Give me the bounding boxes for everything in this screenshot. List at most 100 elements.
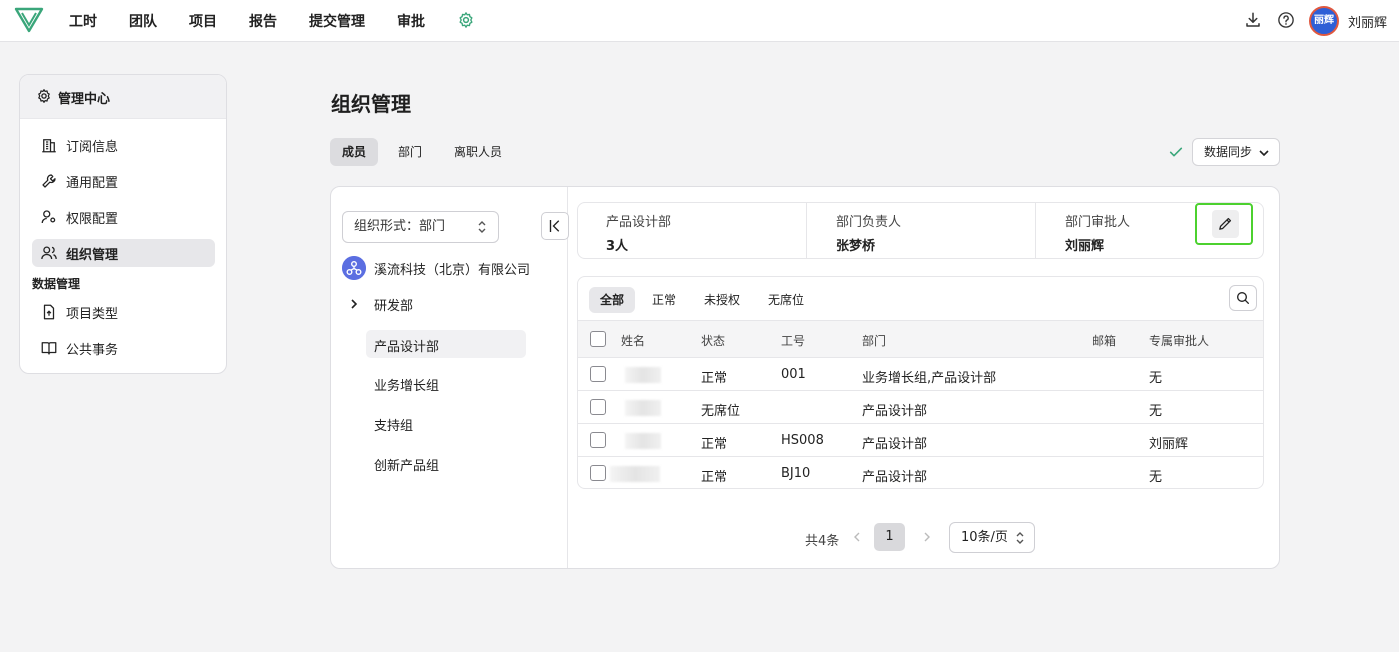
avatar-text: 丽辉 bbox=[1314, 15, 1334, 26]
divider bbox=[806, 203, 807, 258]
pagination-total: 共4条 bbox=[805, 534, 840, 549]
department-info-bar: 产品设计部 3人 部门负责人 张梦桥 部门审批人 刘丽辉 bbox=[577, 202, 1264, 259]
users-icon bbox=[41, 246, 57, 260]
search-button[interactable] bbox=[1229, 285, 1257, 311]
book-icon bbox=[41, 342, 57, 355]
filter-normal[interactable]: 正常 bbox=[641, 287, 687, 313]
sidebar-item-general-config[interactable]: 通用配置 bbox=[32, 167, 215, 195]
org-tree-panel: 组织形式：部门 溪流科技（北京）有限公司 研发部 产品设计部 业务增长组 支持组… bbox=[331, 187, 569, 568]
cell-approver: 无 bbox=[1149, 371, 1163, 386]
sidebar-header-title: 管理中心 bbox=[58, 92, 111, 107]
page-size-select[interactable]: 10条/页 bbox=[949, 522, 1035, 553]
updown-chevron-icon bbox=[1016, 532, 1024, 544]
table-header: 姓名 状态 工号 部门 邮箱 专属审批人 bbox=[578, 320, 1263, 358]
redacted-name bbox=[625, 433, 661, 449]
sidebar-item-public-affairs[interactable]: 公共事务 bbox=[32, 334, 215, 362]
cell-approver: 刘丽辉 bbox=[1149, 437, 1189, 452]
nav-item-submission-management[interactable]: 提交管理 bbox=[309, 11, 365, 31]
search-icon bbox=[1237, 292, 1249, 304]
org-form-select-value: 组织形式：部门 bbox=[354, 219, 446, 234]
sidebar-item-subscription[interactable]: 订阅信息 bbox=[32, 131, 215, 159]
pencil-icon bbox=[1219, 217, 1232, 230]
chevron-right-icon[interactable] bbox=[348, 298, 360, 310]
dept-approver-label: 部门审批人 bbox=[1065, 215, 1131, 230]
row-checkbox[interactable] bbox=[590, 399, 606, 415]
sidebar-item-label: 订阅信息 bbox=[66, 139, 119, 155]
table-row[interactable]: 正常 001 业务增长组,产品设计部 无 bbox=[578, 358, 1263, 391]
page-number-button[interactable]: 1 bbox=[874, 523, 905, 551]
app-logo-icon[interactable] bbox=[14, 7, 44, 33]
company-node[interactable]: 溪流科技（北京）有限公司 bbox=[342, 256, 530, 280]
tree-node-innovation[interactable]: 创新产品组 bbox=[374, 455, 439, 474]
select-all-checkbox[interactable] bbox=[590, 331, 606, 347]
org-form-select[interactable]: 组织形式：部门 bbox=[342, 211, 499, 243]
collapse-panel-button[interactable] bbox=[541, 212, 569, 240]
cell-status: 正常 bbox=[701, 371, 728, 386]
sidebar-item-label: 权限配置 bbox=[66, 211, 119, 227]
cell-approver: 无 bbox=[1149, 404, 1163, 419]
row-checkbox[interactable] bbox=[590, 465, 606, 481]
page-title: 组织管理 bbox=[331, 92, 411, 116]
nav-item-reports[interactable]: 报告 bbox=[249, 11, 277, 31]
column-header-id: 工号 bbox=[781, 334, 806, 348]
sidebar-item-permission-config[interactable]: 权限配置 bbox=[32, 203, 215, 231]
row-checkbox[interactable] bbox=[590, 366, 606, 382]
data-sync-button[interactable]: 数据同步 bbox=[1192, 138, 1280, 166]
settings-gear-icon[interactable] bbox=[457, 11, 475, 29]
cell-status: 正常 bbox=[701, 470, 728, 485]
top-navigation-bar: 工时 团队 项目 报告 提交管理 审批 丽辉 刘丽辉 bbox=[0, 0, 1399, 42]
download-icon[interactable] bbox=[1244, 11, 1262, 29]
cell-status: 无席位 bbox=[701, 404, 741, 419]
column-header-name: 姓名 bbox=[621, 334, 646, 348]
user-avatar[interactable]: 丽辉 bbox=[1309, 6, 1339, 36]
sidebar-item-project-types[interactable]: 项目类型 bbox=[32, 298, 215, 326]
wrench-icon bbox=[42, 174, 56, 188]
cell-dept: 产品设计部 bbox=[862, 404, 928, 419]
chevron-right-icon[interactable] bbox=[921, 531, 933, 543]
nav-item-projects[interactable]: 项目 bbox=[189, 11, 217, 31]
user-name[interactable]: 刘丽辉 bbox=[1348, 12, 1387, 31]
tree-node-business-growth[interactable]: 业务增长组 bbox=[374, 375, 439, 394]
updown-chevron-icon bbox=[478, 221, 486, 233]
data-sync-label: 数据同步 bbox=[1204, 145, 1253, 159]
sidebar-item-label: 公共事务 bbox=[66, 342, 119, 358]
table-row[interactable]: 正常 BJ10 产品设计部 无 bbox=[578, 457, 1263, 488]
admin-sidebar: 管理中心 订阅信息 通用配置 权限配置 组织管理 数据管理 项目类型 公共事务 bbox=[19, 74, 227, 374]
tab-resigned-staff[interactable]: 离职人员 bbox=[442, 138, 514, 166]
nav-item-hours[interactable]: 工时 bbox=[69, 11, 97, 31]
cell-status: 正常 bbox=[701, 437, 728, 452]
column-header-status: 状态 bbox=[701, 334, 726, 348]
sidebar-item-label: 通用配置 bbox=[66, 175, 119, 191]
tree-node-rnd[interactable]: 研发部 bbox=[374, 295, 413, 314]
filter-no-seat[interactable]: 无席位 bbox=[757, 287, 815, 313]
table-row[interactable]: 正常 HS008 产品设计部 刘丽辉 bbox=[578, 424, 1263, 457]
dept-member-count: 3人 bbox=[606, 239, 629, 254]
tab-departments[interactable]: 部门 bbox=[386, 138, 434, 166]
nav-item-team[interactable]: 团队 bbox=[129, 11, 157, 31]
redacted-name bbox=[610, 466, 660, 482]
chevron-left-icon[interactable] bbox=[851, 531, 863, 543]
dept-leader-label: 部门负责人 bbox=[836, 215, 902, 230]
nav-item-approval[interactable]: 审批 bbox=[397, 11, 425, 31]
tree-node-support[interactable]: 支持组 bbox=[374, 415, 413, 434]
sidebar-item-org-management[interactable]: 组织管理 bbox=[32, 239, 215, 267]
cell-approver: 无 bbox=[1149, 470, 1163, 485]
cell-dept: 业务增长组,产品设计部 bbox=[862, 371, 997, 386]
tab-members[interactable]: 成员 bbox=[330, 138, 379, 166]
org-management-card: 组织形式：部门 溪流科技（北京）有限公司 研发部 产品设计部 业务增长组 支持组… bbox=[330, 186, 1280, 569]
row-checkbox[interactable] bbox=[590, 432, 606, 448]
sidebar-section-data-management: 数据管理 bbox=[32, 277, 81, 291]
cell-id: HS008 bbox=[781, 433, 824, 448]
redacted-name bbox=[625, 400, 661, 416]
filter-all[interactable]: 全部 bbox=[589, 287, 636, 313]
edit-department-button[interactable] bbox=[1195, 203, 1253, 245]
dept-leader-value: 张梦桥 bbox=[836, 239, 876, 254]
column-header-dept: 部门 bbox=[862, 334, 887, 348]
check-icon bbox=[1169, 147, 1183, 157]
table-row[interactable]: 无席位 产品设计部 无 bbox=[578, 391, 1263, 424]
tree-node-product-design[interactable]: 产品设计部 bbox=[366, 330, 526, 358]
cell-dept: 产品设计部 bbox=[862, 470, 928, 485]
help-icon[interactable] bbox=[1277, 11, 1295, 29]
edit-button-bg bbox=[1212, 210, 1239, 238]
filter-unauthorized[interactable]: 未授权 bbox=[693, 287, 751, 313]
